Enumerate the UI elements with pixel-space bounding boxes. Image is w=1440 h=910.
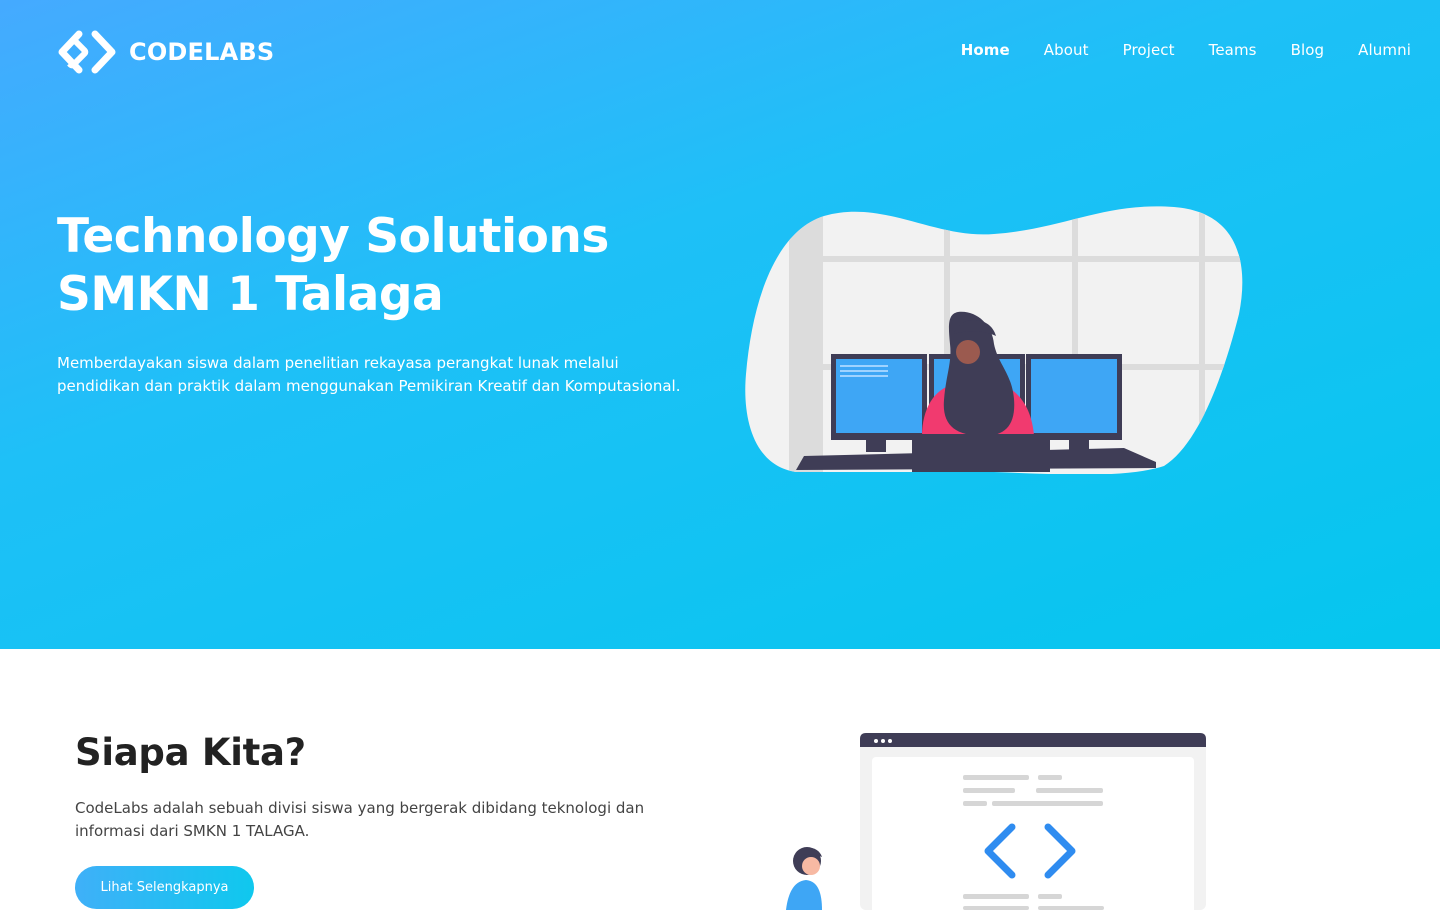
nav-item-teams[interactable]: Teams [1175, 41, 1257, 59]
hero-title-line2: SMKN 1 Talaga [57, 267, 444, 322]
hero-subtitle-line2: pendidikan dan praktik dalam menggunakan… [57, 377, 681, 395]
about-title: Siapa Kita? [75, 731, 306, 774]
hero-title-line1: Technology Solutions [57, 209, 609, 264]
code-brackets-icon [57, 30, 116, 74]
woman-at-monitors-illustration [745, 206, 1243, 474]
main-nav: Home About Project Teams Blog Alumni [927, 41, 1411, 59]
hero-section: CODELABS Home About Project Teams Blog A… [0, 0, 1440, 649]
developer-browser-illustration [786, 733, 1206, 910]
nav-item-home[interactable]: Home [927, 41, 1010, 59]
about-description-line1: CodeLabs adalah sebuah divisi siswa yang… [75, 799, 645, 817]
hero-title: Technology Solutions SMKN 1 Talaga [57, 208, 697, 324]
about-description: CodeLabs adalah sebuah divisi siswa yang… [75, 797, 675, 843]
brand[interactable]: CODELABS [57, 29, 274, 75]
nav-item-project[interactable]: Project [1089, 41, 1175, 59]
about-description-line2: informasi dari SMKN 1 TALAGA. [75, 822, 310, 840]
nav-item-about[interactable]: About [1010, 41, 1089, 59]
hero-subtitle: Memberdayakan siswa dalam penelitian rek… [57, 352, 717, 398]
see-more-button[interactable]: Lihat Selengkapnya [75, 866, 254, 909]
hero-subtitle-line1: Memberdayakan siswa dalam penelitian rek… [57, 354, 619, 372]
nav-item-alumni[interactable]: Alumni [1324, 41, 1411, 59]
nav-item-blog[interactable]: Blog [1257, 41, 1325, 59]
brand-name: CODELABS [129, 38, 275, 66]
